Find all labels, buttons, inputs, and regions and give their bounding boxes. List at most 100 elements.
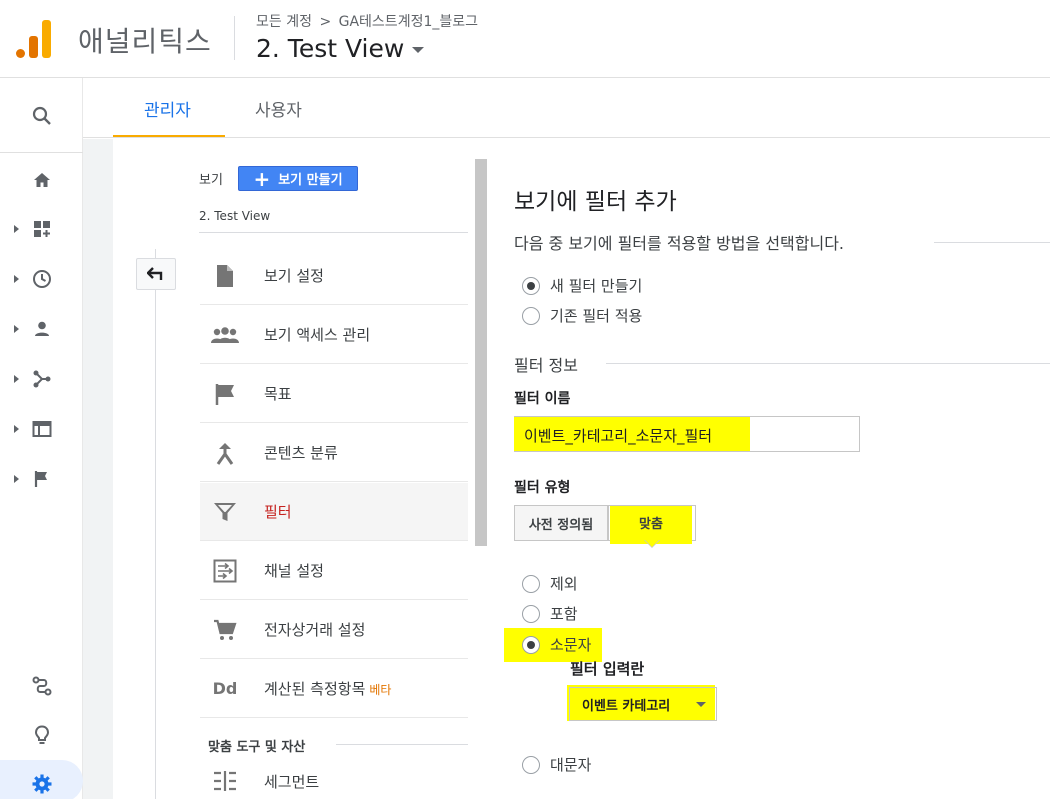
tab-predefined[interactable]: 사전 정의됨 xyxy=(514,505,608,541)
radio-exclude[interactable]: 제외 xyxy=(522,573,578,594)
admin-tabs: 관리자 사용자 xyxy=(83,78,1050,138)
flag-icon xyxy=(215,383,234,405)
radio-label: 제외 xyxy=(550,575,578,593)
people-icon xyxy=(211,326,239,343)
behavior-button[interactable] xyxy=(0,409,83,449)
back-button[interactable] xyxy=(136,258,176,290)
menu-view-access[interactable]: 보기 액세스 관리 xyxy=(200,306,468,364)
radio-label: 기존 필터 적용 xyxy=(550,307,643,325)
tree-line xyxy=(155,249,156,799)
discover-button[interactable] xyxy=(0,715,83,755)
radio-label: 포함 xyxy=(550,605,578,623)
expand-icon xyxy=(14,225,19,233)
divider xyxy=(934,242,1050,243)
panel-title: 보기에 필터 추가 xyxy=(514,189,677,215)
radio-label: 대문자 xyxy=(550,756,592,774)
menu-segments[interactable]: 세그먼트 xyxy=(200,752,468,799)
divider xyxy=(199,232,468,233)
radio-label: 소문자 xyxy=(550,636,592,654)
menu-view-settings[interactable]: 보기 설정 xyxy=(200,247,468,305)
menu-label-text: 계산된 측정항목 xyxy=(264,680,366,698)
menu-label: 보기 설정 xyxy=(264,267,324,285)
filter-icon xyxy=(214,502,236,521)
menu-label: 콘텐츠 분류 xyxy=(264,444,338,462)
menu-label: 세그먼트 xyxy=(264,772,320,791)
radio-label: 새 필터 만들기 xyxy=(550,277,643,295)
divider xyxy=(336,744,468,745)
person-icon xyxy=(34,321,49,336)
plus-icon: + xyxy=(253,166,271,191)
analytics-logo-icon[interactable] xyxy=(16,20,52,58)
filter-name-value: 이벤트_카테고리_소문자_필터 xyxy=(524,427,713,445)
customization-button[interactable] xyxy=(0,209,83,249)
radio-include[interactable]: 포함 xyxy=(522,603,578,624)
radio-button[interactable] xyxy=(522,635,540,654)
beta-badge: 베타 xyxy=(369,683,392,697)
acquisition-button[interactable] xyxy=(0,359,83,399)
menu-channel-settings[interactable]: 채널 설정 xyxy=(200,542,468,600)
tab-custom[interactable]: 맞춤 xyxy=(610,513,692,532)
radio-button[interactable] xyxy=(522,574,540,593)
expand-icon xyxy=(14,275,19,283)
menu-calculated-metrics[interactable]: Dd 계산된 측정항목 베타 xyxy=(200,660,468,718)
radio-button[interactable] xyxy=(522,306,540,325)
filter-field-select[interactable]: 이벤트 카테고리 xyxy=(569,687,717,721)
attribution-button[interactable] xyxy=(0,666,83,706)
radio-button[interactable] xyxy=(522,276,540,295)
menu-label: 목표 xyxy=(264,385,292,403)
gear-icon xyxy=(32,774,51,794)
breadcrumb-separator: > xyxy=(319,14,332,30)
caret-down-icon xyxy=(412,47,425,53)
channel-icon xyxy=(213,559,237,582)
menu-ecommerce-settings[interactable]: 전자상거래 설정 xyxy=(200,601,468,659)
breadcrumb-property[interactable]: GA테스트계정1_블로그 xyxy=(339,14,478,30)
document-icon xyxy=(217,264,233,287)
lightbulb-icon xyxy=(34,725,49,744)
realtime-button[interactable] xyxy=(0,259,83,299)
home-icon xyxy=(33,173,50,187)
back-arrow-icon xyxy=(147,267,163,280)
admin-button[interactable] xyxy=(0,764,83,799)
view-column: 보기 + 보기 만들기 2. Test View 보기 설정 보기 액세스 관리… xyxy=(113,139,488,799)
radio-lowercase[interactable]: 소문자 xyxy=(522,634,591,655)
breadcrumb[interactable]: 모든 계정 > GA테스트계정1_블로그 xyxy=(256,11,478,31)
expand-icon xyxy=(14,375,19,383)
panel-subtitle: 다음 중 보기에 필터를 적용할 방법을 선택합니다. xyxy=(514,234,845,253)
create-view-label: 보기 만들기 xyxy=(278,173,343,188)
menu-goals[interactable]: 목표 xyxy=(200,365,468,423)
menu-filters[interactable]: 필터 xyxy=(200,483,468,541)
view-selector[interactable]: 2. Test View xyxy=(256,34,425,63)
search-icon xyxy=(32,106,51,125)
active-tab-indicator xyxy=(113,135,225,137)
search-button[interactable] xyxy=(0,96,83,136)
browser-window-icon xyxy=(32,421,51,437)
divider xyxy=(606,363,1050,364)
dropdown-arrow-icon xyxy=(696,702,706,707)
scrollbar[interactable] xyxy=(475,159,487,546)
radio-button[interactable] xyxy=(522,604,540,623)
merge-icon xyxy=(216,442,234,465)
radio-existing-filter[interactable]: 기존 필터 적용 xyxy=(522,305,642,326)
filter-name-label: 필터 이름 xyxy=(514,391,571,407)
radio-new-filter[interactable]: 새 필터 만들기 xyxy=(522,275,642,296)
selected-pointer-fill xyxy=(645,540,659,547)
segments-icon xyxy=(214,771,236,791)
radio-uppercase[interactable]: 대문자 xyxy=(522,754,591,775)
view-title: 2. Test View xyxy=(256,34,405,63)
breadcrumb-account[interactable]: 모든 계정 xyxy=(256,14,312,30)
attribution-icon xyxy=(32,676,51,696)
current-view-name: 2. Test View xyxy=(199,209,271,223)
expand-icon xyxy=(14,425,19,433)
tab-user[interactable]: 사용자 xyxy=(255,96,302,121)
menu-content-grouping[interactable]: 콘텐츠 분류 xyxy=(200,424,468,482)
dashboard-add-icon xyxy=(33,221,50,237)
audience-button[interactable] xyxy=(0,309,83,349)
header-divider xyxy=(234,16,235,60)
menu-label: 보기 액세스 관리 xyxy=(264,326,371,344)
create-view-button[interactable]: + 보기 만들기 xyxy=(238,166,358,191)
menu-label: 필터 xyxy=(264,503,292,521)
home-button[interactable] xyxy=(0,160,83,200)
tab-admin[interactable]: 관리자 xyxy=(144,96,191,121)
conversions-button[interactable] xyxy=(0,459,83,499)
radio-button[interactable] xyxy=(522,755,540,774)
